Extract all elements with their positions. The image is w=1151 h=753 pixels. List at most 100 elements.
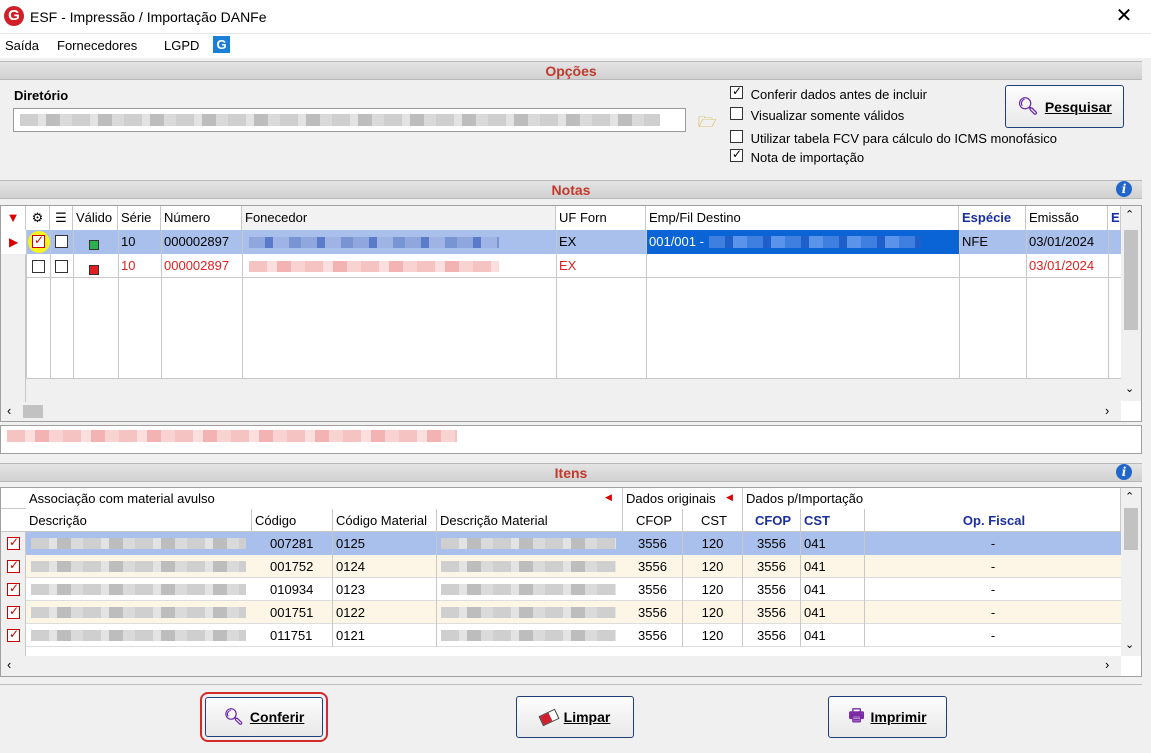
col-cfop-orig[interactable]: CFOP bbox=[623, 509, 683, 532]
item-checkbox[interactable] bbox=[7, 581, 20, 596]
cell-codigo-material: 0125 bbox=[333, 532, 437, 555]
scroll-right-icon[interactable]: › bbox=[1105, 657, 1109, 672]
notas-vscroll[interactable]: ⌃ ⌄ bbox=[1121, 206, 1141, 401]
itens-hscroll[interactable]: ‹ › bbox=[1, 656, 1121, 676]
cell-cst-imp: 041 bbox=[801, 624, 865, 647]
app-logo-icon: G bbox=[4, 6, 24, 26]
scroll-thumb[interactable] bbox=[1124, 230, 1138, 330]
scroll-up-icon[interactable]: ⌃ bbox=[1125, 208, 1134, 221]
collapse-arrow-icon[interactable]: ◀ bbox=[605, 492, 612, 503]
col-cst-orig[interactable]: CST bbox=[683, 509, 743, 532]
scroll-down-icon[interactable]: ⌄ bbox=[1125, 638, 1134, 651]
redacted-descricao bbox=[31, 607, 246, 618]
col-op-fiscal[interactable]: Op. Fiscal bbox=[865, 509, 1121, 532]
checkbox-icon[interactable] bbox=[730, 130, 743, 143]
option-check-validos[interactable]: Visualizar somente válidos bbox=[730, 107, 904, 123]
search-icon: 🔍︎ bbox=[1017, 96, 1039, 116]
notas-hscroll[interactable]: ‹ › bbox=[1, 402, 1121, 421]
conferir-button[interactable]: 🔍︎ Conferir bbox=[205, 697, 323, 737]
col-destino[interactable]: Emp/Fil Destino bbox=[646, 206, 959, 230]
row-checkbox-2[interactable] bbox=[55, 260, 68, 273]
col-cst-imp[interactable]: CST bbox=[801, 509, 865, 532]
valid-red-icon bbox=[89, 264, 99, 275]
info-icon[interactable]: i bbox=[1116, 464, 1132, 480]
redacted-path bbox=[20, 114, 660, 126]
cell-codigo: 001752 bbox=[252, 555, 333, 578]
search-button[interactable]: 🔍︎ Pesquisar bbox=[1005, 85, 1124, 128]
cell-cst-orig: 120 bbox=[683, 555, 743, 578]
cell-emissao: 03/01/2024 bbox=[1029, 258, 1095, 273]
checkbox-icon[interactable] bbox=[730, 147, 743, 162]
list-icon[interactable]: ☰ bbox=[50, 206, 73, 230]
option-check-conferir[interactable]: Conferir dados antes de incluir bbox=[730, 84, 927, 102]
item-checkbox[interactable] bbox=[7, 627, 20, 642]
cell-cst-orig: 120 bbox=[683, 578, 743, 601]
itens-vscroll[interactable]: ⌃ ⌄ bbox=[1121, 488, 1141, 656]
scroll-left-icon[interactable]: ‹ bbox=[7, 657, 11, 672]
col-valido[interactable]: Válido bbox=[73, 206, 118, 230]
cell-codigo-material: 0122 bbox=[333, 601, 437, 624]
info-icon[interactable]: i bbox=[1116, 181, 1132, 197]
cell-cfop-orig: 3556 bbox=[623, 555, 683, 578]
scroll-right-icon[interactable]: › bbox=[1105, 403, 1109, 418]
hscroll-thumb[interactable] bbox=[23, 405, 43, 418]
checkbox-icon[interactable] bbox=[730, 84, 743, 99]
option-check-importacao[interactable]: Nota de importação bbox=[730, 147, 864, 165]
col-especie[interactable]: Espécie bbox=[959, 206, 1026, 230]
limpar-button[interactable]: Limpar bbox=[516, 696, 634, 738]
printer-icon: 🖶 bbox=[848, 705, 865, 725]
scroll-left-icon[interactable]: ‹ bbox=[7, 403, 11, 418]
col-e[interactable]: E bbox=[1108, 206, 1121, 230]
sort-arrow-icon[interactable]: ▼ bbox=[1, 206, 26, 230]
row-checkbox-2[interactable] bbox=[55, 235, 68, 248]
item-checkbox[interactable] bbox=[7, 535, 20, 550]
col-codigo[interactable]: Código bbox=[252, 509, 333, 532]
col-numero[interactable]: Número bbox=[161, 206, 242, 230]
notas-header: Notas bbox=[0, 180, 1142, 199]
option-check-fcv[interactable]: Utilizar tabela FCV para cálculo do ICMS… bbox=[730, 130, 1057, 146]
col-descricao-material[interactable]: Descrição Material bbox=[437, 509, 623, 532]
cell-codigo: 010934 bbox=[252, 578, 333, 601]
cell-cfop-imp: 3556 bbox=[743, 532, 801, 555]
status-icon[interactable]: ⚙ bbox=[26, 206, 50, 230]
menu-saida[interactable]: Saída bbox=[5, 38, 39, 53]
col-emissao[interactable]: Emissão bbox=[1026, 206, 1108, 230]
cell-codigo-material: 0123 bbox=[333, 578, 437, 601]
group-dados-importacao: Dados p/Importação bbox=[743, 488, 1121, 509]
collapse-arrow-icon[interactable]: ◀ bbox=[726, 492, 733, 503]
redacted-material bbox=[441, 584, 616, 595]
col-fornecedor[interactable]: Fonecedor bbox=[242, 206, 556, 230]
scroll-up-icon[interactable]: ⌃ bbox=[1125, 490, 1134, 503]
menu-lgpd[interactable]: LGPD bbox=[164, 38, 199, 53]
item-checkbox[interactable] bbox=[7, 558, 20, 573]
notas-grid: ▼ ⚙ ☰ Válido Série Número Fonecedor UF F… bbox=[0, 205, 1142, 422]
imprimir-button[interactable]: 🖶 Imprimir bbox=[828, 696, 947, 738]
cell-serie: 10 bbox=[121, 234, 136, 249]
directory-input[interactable] bbox=[13, 108, 686, 132]
col-descricao[interactable]: Descrição bbox=[26, 509, 252, 532]
row-checkbox[interactable] bbox=[32, 233, 45, 248]
item-checkbox[interactable] bbox=[7, 604, 20, 619]
scroll-down-icon[interactable]: ⌄ bbox=[1125, 382, 1134, 395]
col-codigo-material[interactable]: Código Material bbox=[333, 509, 437, 532]
col-cfop-imp[interactable]: CFOP bbox=[743, 509, 801, 532]
notas-footer-row bbox=[26, 378, 1121, 402]
col-uf-forn[interactable]: UF Forn bbox=[556, 206, 646, 230]
lgpd-g-icon[interactable]: G bbox=[213, 36, 230, 53]
folder-open-icon[interactable]: 🗁 bbox=[698, 112, 717, 137]
checkbox-icon[interactable] bbox=[730, 107, 743, 120]
cell-numero: 000002897 bbox=[164, 234, 230, 249]
redacted-descricao bbox=[31, 538, 246, 549]
redacted-descricao bbox=[31, 630, 246, 641]
menu-fornecedores[interactable]: Fornecedores bbox=[57, 38, 137, 53]
redacted-material bbox=[441, 561, 616, 572]
row-checkbox[interactable] bbox=[32, 260, 45, 273]
cell-codigo-material: 0121 bbox=[333, 624, 437, 647]
scroll-thumb[interactable] bbox=[1124, 508, 1138, 550]
redacted-fornecedor bbox=[249, 237, 499, 248]
cell-cst-imp: 041 bbox=[801, 601, 865, 624]
redacted-material bbox=[441, 538, 616, 549]
close-icon[interactable]: ✕ bbox=[1112, 5, 1136, 29]
col-serie[interactable]: Série bbox=[118, 206, 161, 230]
cell-especie: NFE bbox=[962, 234, 988, 249]
